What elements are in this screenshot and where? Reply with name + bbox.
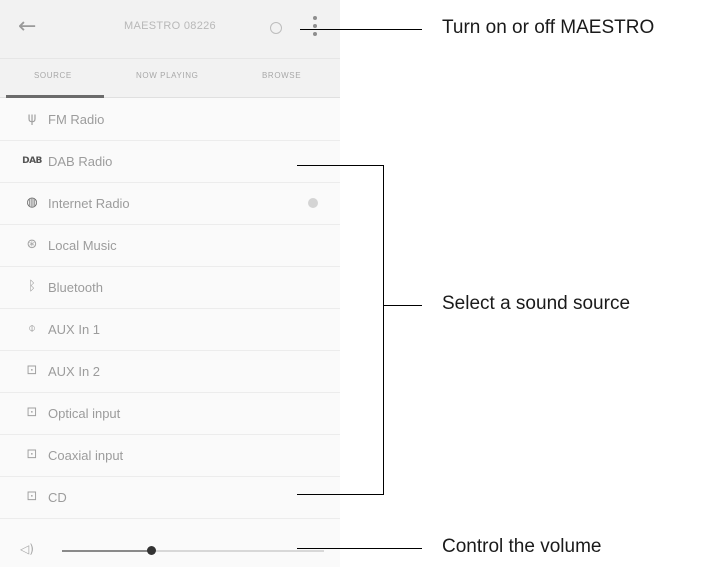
source-label: Optical input bbox=[48, 406, 121, 421]
source-optical-input[interactable]: ⊡ Optical input bbox=[0, 393, 340, 435]
tab-now-playing[interactable]: Now playing bbox=[136, 71, 198, 80]
source-label: Coaxial input bbox=[48, 448, 124, 463]
callout-bracket-bottom bbox=[297, 494, 384, 495]
source-local-music[interactable]: ⊛ Local Music bbox=[0, 225, 340, 267]
volume-bar: ◁) bbox=[0, 533, 340, 567]
callout-volume-text: Control the volume bbox=[442, 536, 602, 557]
disc-icon: ⊛ bbox=[26, 237, 38, 252]
tab-source[interactable]: Source bbox=[34, 71, 72, 80]
callout-line-power bbox=[300, 29, 422, 30]
source-dab-radio[interactable]: DAB DAB Radio bbox=[0, 141, 340, 183]
source-bluetooth[interactable]: ᛒ Bluetooth bbox=[0, 267, 340, 309]
overflow-menu-icon[interactable] bbox=[307, 12, 323, 42]
source-aux-in-1[interactable]: ⌽ AUX In 1 bbox=[0, 309, 340, 351]
device-name: MAESTRO 08226 bbox=[124, 20, 216, 32]
volume-slider-handle[interactable] bbox=[147, 546, 157, 555]
source-label: DAB Radio bbox=[48, 154, 113, 169]
source-list: ψ FM Radio DAB DAB Radio ◍ Internet Radi… bbox=[0, 99, 340, 519]
source-label: FM Radio bbox=[48, 112, 105, 127]
volume-fill bbox=[62, 550, 152, 552]
source-label: Bluetooth bbox=[48, 280, 103, 295]
globe-icon: ◍ bbox=[26, 195, 38, 210]
aux-port-icon: ⊡ bbox=[26, 363, 38, 378]
callout-power-text: Turn on or off MAESTRO bbox=[442, 17, 655, 38]
callout-line-source bbox=[384, 305, 422, 306]
tab-bar: Source Now playing Browse bbox=[0, 59, 340, 98]
antenna-icon: ψ bbox=[27, 111, 37, 126]
cd-port-icon: ⊡ bbox=[26, 489, 38, 504]
callout-bracket-vertical bbox=[383, 165, 384, 495]
source-label: AUX In 1 bbox=[48, 322, 101, 337]
source-label: Internet Radio bbox=[48, 196, 130, 211]
callout-source-text: Select a sound source bbox=[442, 293, 631, 314]
source-fm-radio[interactable]: ψ FM Radio bbox=[0, 99, 340, 141]
tab-browse[interactable]: Browse bbox=[262, 71, 301, 80]
source-label: AUX In 2 bbox=[48, 364, 101, 379]
power-icon[interactable] bbox=[270, 22, 282, 34]
app-screen: ← MAESTRO 08226 Source Now playing Brows… bbox=[0, 0, 340, 567]
source-internet-radio[interactable]: ◍ Internet Radio bbox=[0, 183, 340, 225]
bluetooth-icon: ᛒ bbox=[28, 279, 36, 294]
callout-bracket-top bbox=[297, 165, 384, 166]
active-tab-indicator bbox=[6, 95, 104, 98]
source-cd[interactable]: ⊡ CD bbox=[0, 477, 340, 519]
source-label: Local Music bbox=[48, 238, 117, 253]
source-label: CD bbox=[48, 490, 67, 505]
status-dot-icon bbox=[308, 198, 318, 208]
callout-line-volume bbox=[297, 548, 422, 549]
dab-icon: DAB bbox=[22, 156, 42, 166]
coaxial-port-icon: ⊡ bbox=[26, 447, 38, 462]
source-aux-in-2[interactable]: ⊡ AUX In 2 bbox=[0, 351, 340, 393]
optical-port-icon: ⊡ bbox=[26, 405, 38, 420]
source-coaxial-input[interactable]: ⊡ Coaxial input bbox=[0, 435, 340, 477]
jack-icon: ⌽ bbox=[28, 321, 36, 336]
top-bar: ← MAESTRO 08226 bbox=[0, 0, 340, 59]
speaker-icon: ◁) bbox=[20, 542, 34, 556]
